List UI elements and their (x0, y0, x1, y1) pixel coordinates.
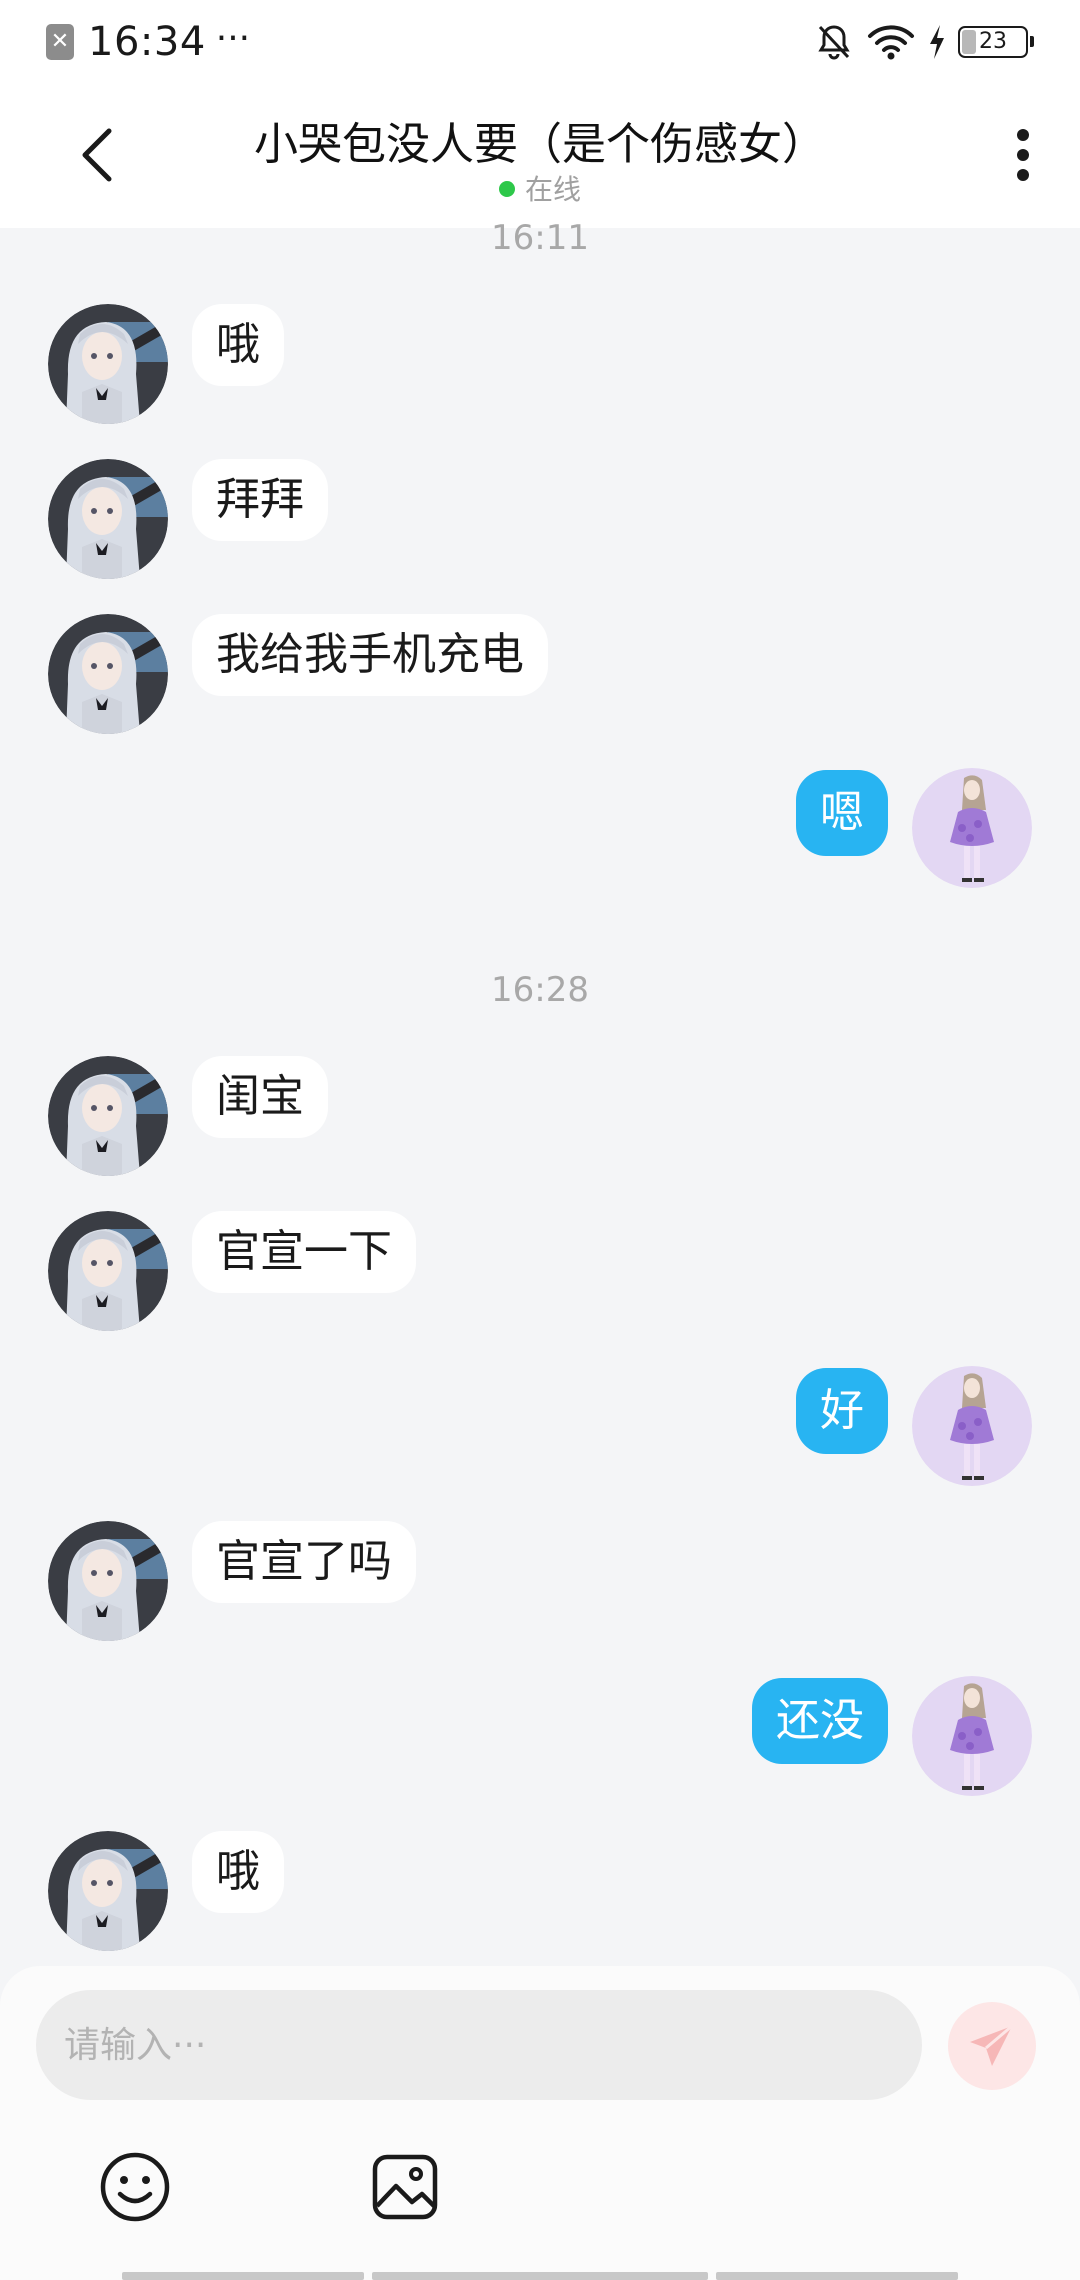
timestamp-separator: 16:28 (491, 970, 589, 1010)
composer (0, 1966, 1080, 2280)
online-dot-icon (498, 181, 515, 197)
nav-segment[interactable] (122, 2272, 364, 2280)
chat-header: 小哭包没人要（是个伤感女） 在线 (0, 84, 1080, 228)
message-row-incoming: 官宣了吗 (0, 1521, 1080, 1641)
nav-segment[interactable] (372, 2272, 708, 2280)
online-status: 在线 (0, 168, 1080, 208)
charging-icon (930, 25, 944, 59)
message-bubble-incoming[interactable]: 官宣一下 (192, 1211, 416, 1293)
status-time: 16:34 (88, 19, 206, 65)
my-avatar[interactable] (912, 1366, 1032, 1486)
more-vertical-icon (1017, 129, 1029, 181)
message-bubble-incoming[interactable]: 闺宝 (192, 1056, 328, 1138)
my-avatar[interactable] (912, 1676, 1032, 1796)
contact-avatar[interactable] (48, 614, 168, 734)
message-bubble-incoming[interactable]: 我给我手机充电 (192, 614, 548, 696)
message-row-incoming: 哦 (0, 304, 1080, 424)
send-icon (970, 2024, 1013, 2066)
contact-avatar[interactable] (48, 459, 168, 579)
contact-avatar[interactable] (48, 1831, 168, 1951)
notification-dots: ··· (215, 17, 251, 59)
message-list[interactable]: 16:11 哦 拜拜 我给我手机充电 嗯 16:28 闺宝 官宣一下 好 官宣了… (0, 218, 1080, 1968)
contact-avatar[interactable] (48, 1521, 168, 1641)
system-navigation-bar (0, 2270, 1080, 2280)
message-row-incoming: 闺宝 (0, 1056, 1080, 1176)
contact-avatar[interactable] (48, 1211, 168, 1331)
battery-level: 23 (979, 29, 1007, 54)
wifi-icon (868, 25, 914, 60)
my-avatar[interactable] (912, 768, 1032, 888)
message-input[interactable] (36, 1990, 922, 2100)
message-row-outgoing: 嗯 (0, 768, 1080, 888)
message-row-incoming: 官宣一下 (0, 1211, 1080, 1331)
image-icon (372, 2154, 438, 2220)
emoji-button[interactable] (98, 2150, 172, 2224)
message-bubble-outgoing[interactable]: 好 (796, 1368, 888, 1454)
send-button[interactable] (948, 2002, 1036, 2090)
message-bubble-incoming[interactable]: 拜拜 (192, 459, 328, 541)
emoji-icon (100, 2152, 170, 2222)
message-row-incoming: 拜拜 (0, 459, 1080, 579)
more-button[interactable] (988, 120, 1058, 190)
bell-muted-icon (818, 25, 850, 60)
message-bubble-incoming[interactable]: 哦 (192, 304, 284, 386)
message-bubble-incoming[interactable]: 哦 (192, 1831, 284, 1913)
message-bubble-incoming[interactable]: 官宣了吗 (192, 1521, 416, 1603)
contact-avatar[interactable] (48, 304, 168, 424)
nav-segment[interactable] (716, 2272, 958, 2280)
message-bubble-outgoing[interactable]: 还没 (752, 1678, 888, 1764)
message-row-incoming: 我给我手机充电 (0, 614, 1080, 734)
page-title: 小哭包没人要（是个伤感女） (254, 119, 826, 170)
battery-icon: 23 (958, 26, 1034, 58)
contact-avatar[interactable] (48, 1056, 168, 1176)
status-bar: ✕ 16:34 ··· 23 (0, 0, 1080, 84)
online-status-label: 在线 (524, 173, 581, 206)
message-row-outgoing: 好 (0, 1366, 1080, 1486)
message-row-incoming: 哦 (0, 1831, 1080, 1951)
sim-error-icon: ✕ (46, 24, 74, 60)
image-button[interactable] (368, 2150, 442, 2224)
message-bubble-outgoing[interactable]: 嗯 (796, 770, 888, 856)
message-row-outgoing: 还没 (0, 1676, 1080, 1796)
timestamp-separator: 16:11 (491, 218, 589, 258)
